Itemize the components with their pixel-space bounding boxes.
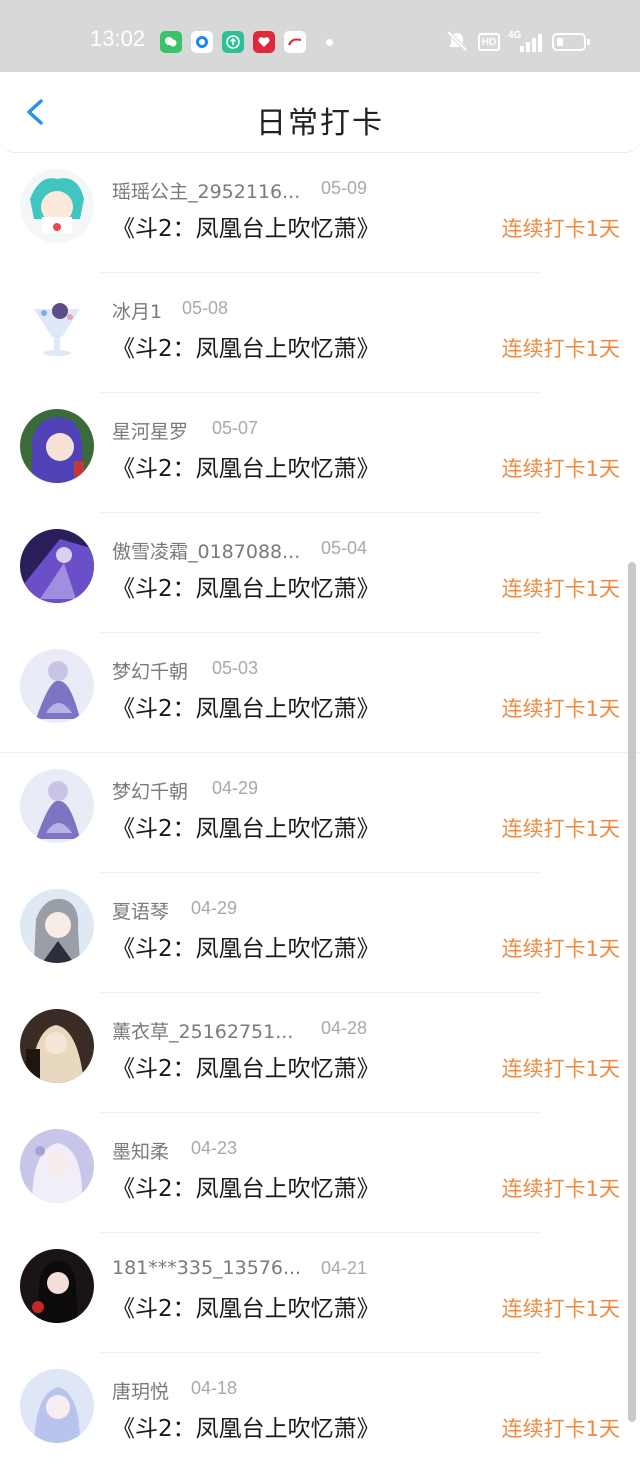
mute-icon <box>444 30 470 57</box>
streak-label: 连续打卡1天 <box>501 1057 620 1081</box>
user-name: 181***335_13576... <box>112 1257 302 1279</box>
status-time: 13:02 <box>90 26 146 51</box>
list-item[interactable]: 墨知柔 04-23 《斗2：凤凰台上吹忆萧》 连续打卡1天 <box>0 1113 640 1233</box>
app-header: 日常打卡 <box>0 72 640 153</box>
book-title: 《斗2：凤凰台上吹忆萧》 <box>112 1296 380 1322</box>
streak-label: 连续打卡1天 <box>501 577 620 601</box>
upload-app-icon <box>222 31 244 53</box>
book-title: 《斗2：凤凰台上吹忆萧》 <box>112 1176 380 1202</box>
list-item[interactable]: 冰月1 05-08 《斗2：凤凰台上吹忆萧》 连续打卡1天 <box>0 273 640 393</box>
user-name: 梦幻千朝 <box>112 661 189 683</box>
list-item[interactable]: 梦幻千朝 05-03 《斗2：凤凰台上吹忆萧》 连续打卡1天 <box>0 633 640 753</box>
streak-label: 连续打卡1天 <box>501 1297 620 1321</box>
page-title: 日常打卡 <box>256 106 384 141</box>
avatar[interactable] <box>20 169 94 243</box>
avatar[interactable] <box>20 889 94 963</box>
avatar[interactable] <box>20 1129 94 1203</box>
avatar[interactable] <box>20 289 94 363</box>
streak-label: 连续打卡1天 <box>501 217 620 241</box>
user-name: 瑶瑶公主_2952116... <box>112 181 301 203</box>
user-name: 夏语琴 <box>112 901 170 923</box>
wechat-icon <box>160 31 182 53</box>
checkin-date: 04-28 <box>321 1018 368 1038</box>
checkin-date: 04-18 <box>191 1378 238 1398</box>
list-item[interactable]: 唐玥悦 04-18 《斗2：凤凰台上吹忆萧》 连续打卡1天 <box>0 1353 640 1473</box>
checkin-date: 05-07 <box>212 418 259 438</box>
avatar[interactable] <box>20 649 94 723</box>
avatar[interactable] <box>20 1009 94 1083</box>
streak-label: 连续打卡1天 <box>501 817 620 841</box>
list-item[interactable]: 傲雪凌霜_0187088... 05-04 《斗2：凤凰台上吹忆萧》 连续打卡1… <box>0 513 640 633</box>
book-title: 《斗2：凤凰台上吹忆萧》 <box>112 1056 380 1082</box>
gift-app-icon <box>253 31 275 53</box>
streak-label: 连续打卡1天 <box>501 937 620 961</box>
avatar[interactable] <box>20 1369 94 1443</box>
avatar[interactable] <box>20 529 94 603</box>
checkin-date: 04-29 <box>212 778 259 798</box>
user-name: 唐玥悦 <box>112 1381 170 1403</box>
book-title: 《斗2：凤凰台上吹忆萧》 <box>112 456 380 482</box>
user-name: 墨知柔 <box>112 1141 170 1163</box>
book-title: 《斗2：凤凰台上吹忆萧》 <box>112 576 380 602</box>
scrollbar[interactable] <box>628 562 636 1422</box>
list-item[interactable]: 星河星罗 05-07 《斗2：凤凰台上吹忆萧》 连续打卡1天 <box>0 393 640 513</box>
book-title: 《斗2：凤凰台上吹忆萧》 <box>112 336 380 362</box>
avatar[interactable] <box>20 769 94 843</box>
book-title: 《斗2：凤凰台上吹忆萧》 <box>112 696 380 722</box>
signal-icon <box>518 34 544 52</box>
checkin-date: 04-23 <box>191 1138 238 1158</box>
book-title: 《斗2：凤凰台上吹忆萧》 <box>112 1416 380 1442</box>
battery-icon <box>552 33 590 51</box>
checkin-date: 05-09 <box>321 178 368 198</box>
status-bar: 13:02 HD 4G <box>0 0 640 73</box>
streak-label: 连续打卡1天 <box>501 1177 620 1201</box>
book-title: 《斗2：凤凰台上吹忆萧》 <box>112 816 380 842</box>
avatar[interactable] <box>20 1249 94 1323</box>
book-title: 《斗2：凤凰台上吹忆萧》 <box>112 216 380 242</box>
list-item[interactable]: 181***335_13576... 04-21 《斗2：凤凰台上吹忆萧》 连续… <box>0 1233 640 1353</box>
user-name: 傲雪凌霜_0187088... <box>112 541 301 563</box>
list-item[interactable]: 薰衣草_25162751... 04-28 《斗2：凤凰台上吹忆萧》 连续打卡1… <box>0 993 640 1113</box>
qq-icon <box>191 31 213 53</box>
streak-label: 连续打卡1天 <box>501 337 620 361</box>
checkin-date: 04-29 <box>191 898 238 918</box>
checkin-date: 05-08 <box>182 298 229 318</box>
user-name: 梦幻千朝 <box>112 781 189 803</box>
checkin-date: 05-04 <box>321 538 368 558</box>
book-title: 《斗2：凤凰台上吹忆萧》 <box>112 936 380 962</box>
avatar[interactable] <box>20 409 94 483</box>
streak-label: 连续打卡1天 <box>501 697 620 721</box>
checkin-list: 瑶瑶公主_2952116... 05-09 《斗2：凤凰台上吹忆萧》 连续打卡1… <box>0 153 640 1473</box>
list-item[interactable]: 梦幻千朝 04-29 《斗2：凤凰台上吹忆萧》 连续打卡1天 <box>0 753 640 873</box>
checkin-date: 04-21 <box>321 1258 368 1278</box>
user-name: 薰衣草_25162751... <box>112 1021 294 1043</box>
list-item[interactable]: 瑶瑶公主_2952116... 05-09 《斗2：凤凰台上吹忆萧》 连续打卡1… <box>0 153 640 273</box>
streak-label: 连续打卡1天 <box>501 457 620 481</box>
notification-dot <box>326 39 333 46</box>
hd-icon: HD <box>478 33 500 51</box>
list-item[interactable]: 夏语琴 04-29 《斗2：凤凰台上吹忆萧》 连续打卡1天 <box>0 873 640 993</box>
peoples-daily-icon <box>284 31 306 53</box>
checkin-date: 05-03 <box>212 658 259 678</box>
streak-label: 连续打卡1天 <box>501 1417 620 1441</box>
user-name: 星河星罗 <box>112 421 189 443</box>
user-name: 冰月1 <box>112 301 163 323</box>
